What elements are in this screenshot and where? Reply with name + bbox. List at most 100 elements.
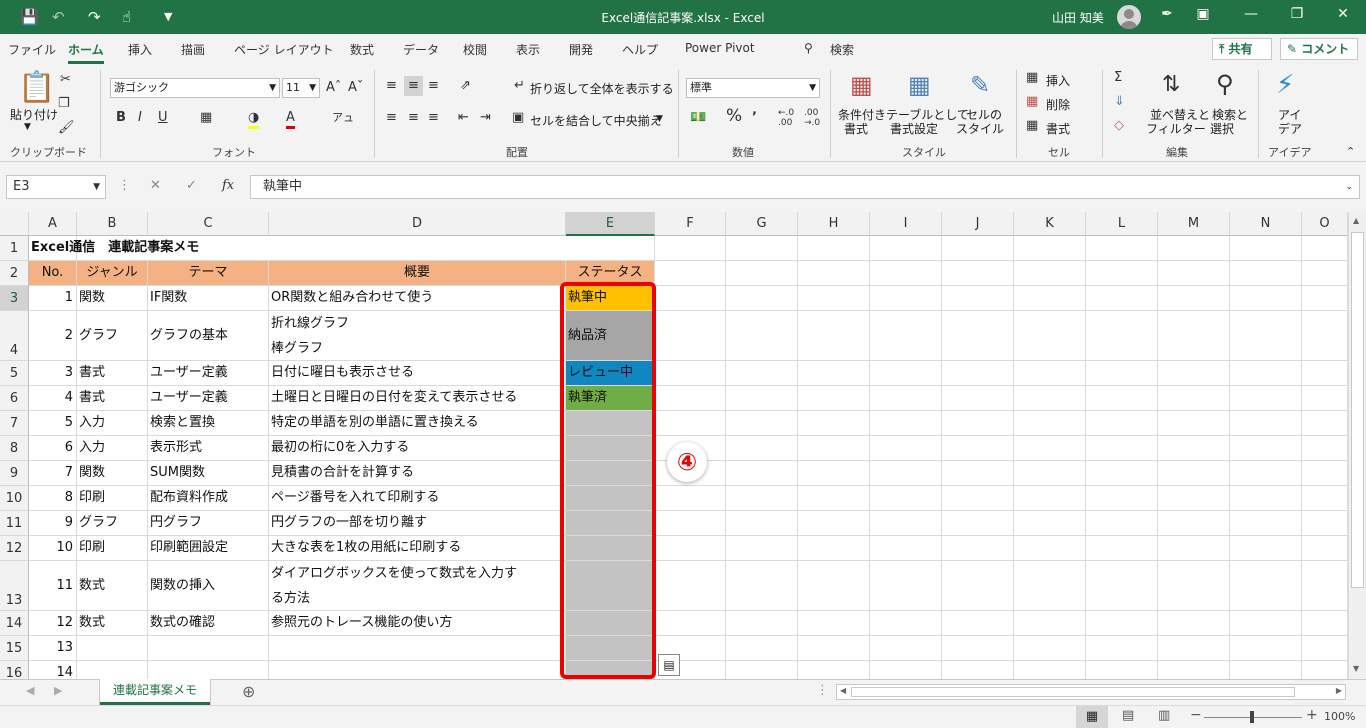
cell-g1[interactable] bbox=[726, 236, 798, 261]
cell-m9[interactable] bbox=[1158, 461, 1230, 486]
column-header-n[interactable]: N bbox=[1230, 212, 1302, 236]
paste-dropdown-icon[interactable]: ▼ bbox=[24, 122, 31, 132]
cell-n15[interactable] bbox=[1230, 636, 1302, 661]
cell-no[interactable]: 1 bbox=[29, 286, 77, 311]
column-header-c[interactable]: C bbox=[148, 212, 269, 236]
tab-developer[interactable]: 開発 bbox=[569, 41, 593, 58]
cell-o8[interactable] bbox=[1302, 436, 1348, 461]
delete-cells-button[interactable]: 削除 bbox=[1046, 96, 1070, 113]
cell-theme[interactable]: 円グラフ bbox=[148, 511, 269, 536]
cell-theme[interactable] bbox=[148, 636, 269, 661]
column-header-k[interactable]: K bbox=[1014, 212, 1086, 236]
cell-l11[interactable] bbox=[1086, 511, 1158, 536]
cell-f14[interactable] bbox=[655, 611, 726, 636]
prev-sheet-icon[interactable]: ◀ bbox=[26, 684, 34, 697]
name-box-dropdown-icon[interactable]: ▼ bbox=[93, 176, 100, 198]
cell-i12[interactable] bbox=[870, 536, 942, 561]
insert-cells-button[interactable]: 挿入 bbox=[1046, 72, 1070, 89]
sheet-title[interactable]: Excel通信 連載記事案メモ bbox=[29, 236, 566, 261]
underline-icon[interactable]: U bbox=[158, 110, 168, 126]
delete-cells-icon[interactable]: ▦ bbox=[1026, 94, 1038, 110]
cell-f13[interactable] bbox=[655, 561, 726, 611]
cell-i2[interactable] bbox=[870, 261, 942, 286]
search-icon[interactable]: ⚲ bbox=[804, 41, 813, 55]
cell-k10[interactable] bbox=[1014, 486, 1086, 511]
close-button[interactable]: ✕ bbox=[1328, 6, 1358, 22]
cell-h2[interactable] bbox=[798, 261, 870, 286]
percent-icon[interactable]: % bbox=[726, 108, 742, 125]
cell-m8[interactable] bbox=[1158, 436, 1230, 461]
cell-summary[interactable]: 大きな表を1枚の用紙に印刷する bbox=[269, 536, 566, 561]
cell-genre[interactable]: 印刷 bbox=[77, 536, 148, 561]
cell-g11[interactable] bbox=[726, 511, 798, 536]
cell-m6[interactable] bbox=[1158, 386, 1230, 411]
cell-theme[interactable]: 数式の確認 bbox=[148, 611, 269, 636]
cell-i4[interactable] bbox=[870, 311, 942, 361]
cell-j15[interactable] bbox=[942, 636, 1014, 661]
cell-i15[interactable] bbox=[870, 636, 942, 661]
tab-help[interactable]: ヘルプ bbox=[622, 41, 658, 58]
cell-f1[interactable] bbox=[655, 236, 726, 261]
expand-formula-bar-icon[interactable]: ⌄ bbox=[1345, 176, 1353, 198]
zoom-level[interactable]: 100% bbox=[1324, 710, 1355, 723]
row-header-11[interactable]: 11 bbox=[0, 511, 29, 536]
cell-no[interactable]: 7 bbox=[29, 461, 77, 486]
row-header-8[interactable]: 8 bbox=[0, 436, 29, 461]
cell-summary[interactable]: 土曜日と日曜日の日付を変えて表示させる bbox=[269, 386, 566, 411]
font-color-icon[interactable]: A bbox=[286, 110, 295, 129]
find-select-icon[interactable]: ⚲ bbox=[1216, 70, 1234, 98]
cell-n8[interactable] bbox=[1230, 436, 1302, 461]
cell-g8[interactable] bbox=[726, 436, 798, 461]
cell-g12[interactable] bbox=[726, 536, 798, 561]
minimize-button[interactable]: — bbox=[1236, 6, 1266, 22]
cell-l2[interactable] bbox=[1086, 261, 1158, 286]
cell-i11[interactable] bbox=[870, 511, 942, 536]
new-sheet-icon[interactable]: ⊕ bbox=[242, 682, 255, 701]
cell-h12[interactable] bbox=[798, 536, 870, 561]
column-header-h[interactable]: H bbox=[798, 212, 870, 236]
vertical-scroll-thumb[interactable] bbox=[1351, 232, 1364, 588]
cell-theme[interactable]: IF関数 bbox=[148, 286, 269, 311]
cell-theme[interactable]: 関数の挿入 bbox=[148, 561, 269, 611]
cell-l8[interactable] bbox=[1086, 436, 1158, 461]
cell-no[interactable]: 4 bbox=[29, 386, 77, 411]
align-center-icon[interactable]: ≡ bbox=[408, 110, 419, 126]
cell-genre[interactable]: 数式 bbox=[77, 611, 148, 636]
cell-f3[interactable] bbox=[655, 286, 726, 311]
row-header-5[interactable]: 5 bbox=[0, 361, 29, 386]
cell-h1[interactable] bbox=[798, 236, 870, 261]
share-button[interactable]: ⤒ 共有 bbox=[1212, 38, 1272, 60]
cell-f10[interactable] bbox=[655, 486, 726, 511]
cell-g4[interactable] bbox=[726, 311, 798, 361]
cell-l13[interactable] bbox=[1086, 561, 1158, 611]
cell-k5[interactable] bbox=[1014, 361, 1086, 386]
cell-o6[interactable] bbox=[1302, 386, 1348, 411]
copy-icon[interactable]: ❐ bbox=[58, 96, 70, 112]
cell-genre[interactable]: 書式 bbox=[77, 386, 148, 411]
scroll-right-icon[interactable]: ▶ bbox=[1336, 686, 1342, 695]
cell-no[interactable]: 11 bbox=[29, 561, 77, 611]
row-header-13[interactable]: 13 bbox=[0, 561, 29, 611]
cell-genre[interactable]: 書式 bbox=[77, 361, 148, 386]
row-header-6[interactable]: 6 bbox=[0, 386, 29, 411]
format-as-table-icon[interactable]: ▦ bbox=[908, 72, 931, 98]
cell-l5[interactable] bbox=[1086, 361, 1158, 386]
cell-summary[interactable]: 折れ線グラフ 棒グラフ bbox=[269, 311, 566, 361]
header-no[interactable]: No. bbox=[29, 261, 77, 286]
row-header-12[interactable]: 12 bbox=[0, 536, 29, 561]
cell-n1[interactable] bbox=[1230, 236, 1302, 261]
cell-f5[interactable] bbox=[655, 361, 726, 386]
cell-k3[interactable] bbox=[1014, 286, 1086, 311]
cell-g14[interactable] bbox=[726, 611, 798, 636]
decrease-indent-icon[interactable]: ⇤ bbox=[458, 110, 469, 126]
column-header-e[interactable]: E bbox=[566, 212, 655, 236]
cell-n10[interactable] bbox=[1230, 486, 1302, 511]
cell-l14[interactable] bbox=[1086, 611, 1158, 636]
cell-m4[interactable] bbox=[1158, 311, 1230, 361]
cell-n13[interactable] bbox=[1230, 561, 1302, 611]
tab-home[interactable]: ホーム bbox=[68, 41, 104, 64]
cell-m2[interactable] bbox=[1158, 261, 1230, 286]
cell-m13[interactable] bbox=[1158, 561, 1230, 611]
cell-f7[interactable] bbox=[655, 411, 726, 436]
cell-i6[interactable] bbox=[870, 386, 942, 411]
